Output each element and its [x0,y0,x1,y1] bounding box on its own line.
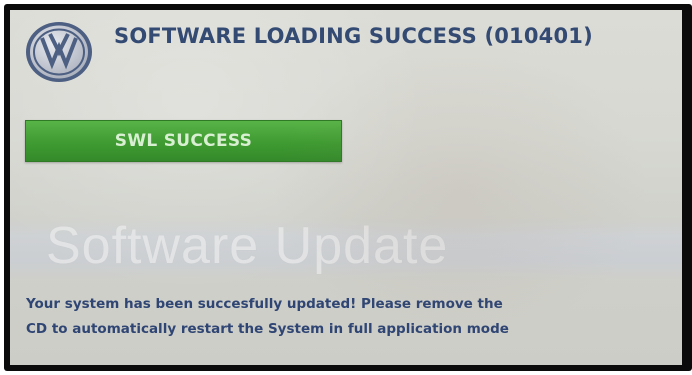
software-update-watermark: Software Update [46,217,449,275]
swl-success-label: SWL SUCCESS [114,131,253,151]
status-message: Your system has been succesfully updated… [26,292,666,342]
screen: SOFTWARE LOADING SUCCESS (010401) SWL SU… [10,10,682,365]
page-title: SOFTWARE LOADING SUCCESS (010401) [114,24,593,48]
status-message-line-1: Your system has been succesfully updated… [26,296,503,312]
status-message-line-2: CD to automatically restart the System i… [26,321,509,337]
photo-frame: SOFTWARE LOADING SUCCESS (010401) SWL SU… [0,0,692,375]
swl-success-button[interactable]: SWL SUCCESS [25,120,342,162]
vw-logo-icon [26,22,92,82]
